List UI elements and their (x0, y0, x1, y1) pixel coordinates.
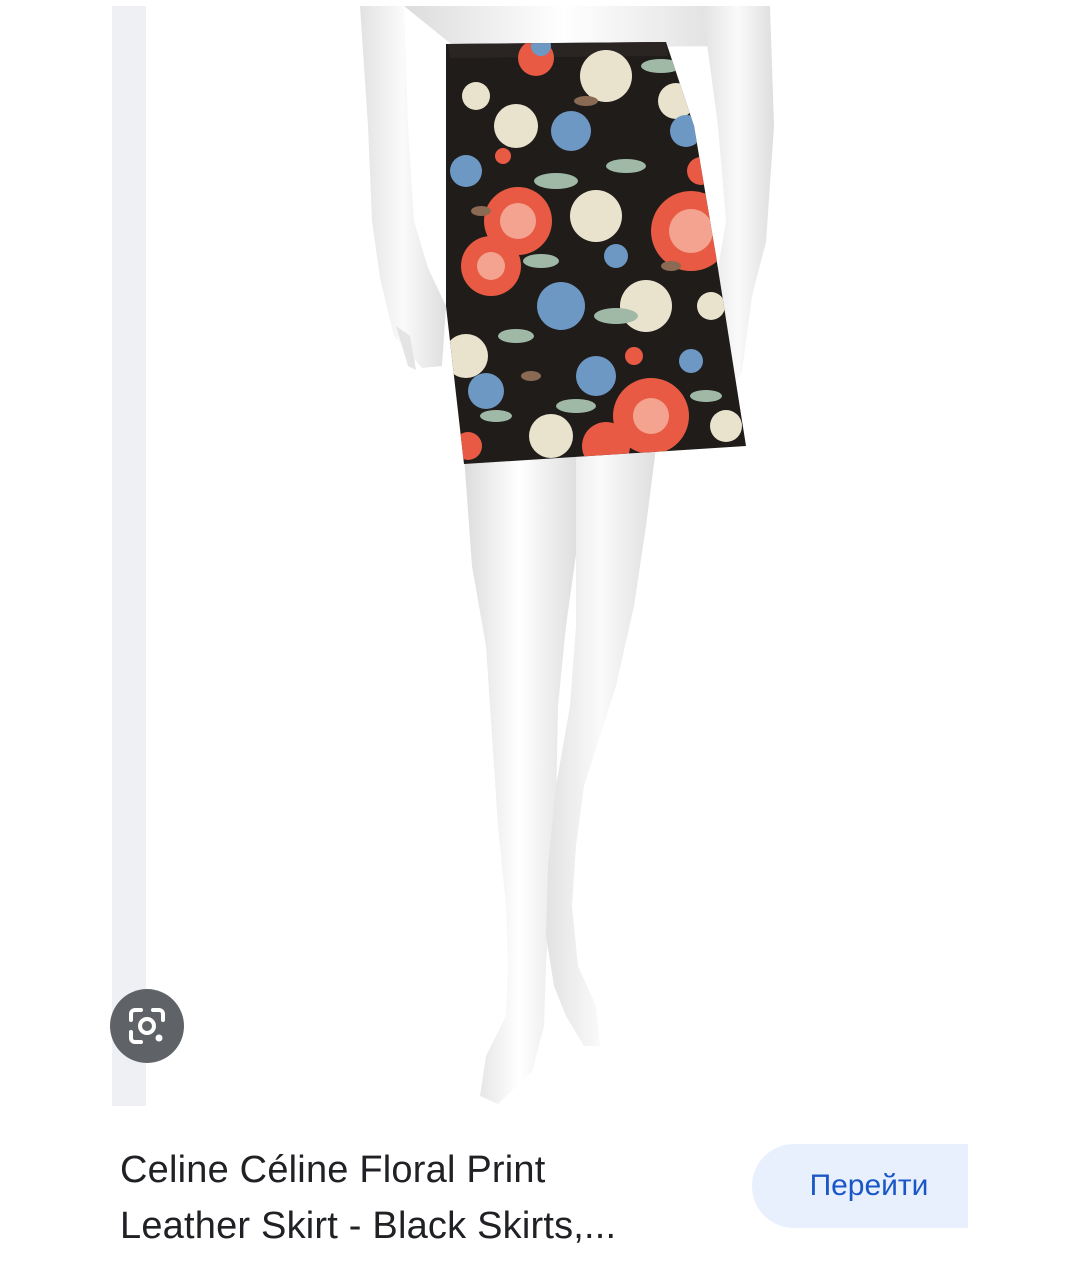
previous-image-edge[interactable] (112, 6, 146, 1106)
google-lens-icon (129, 1008, 165, 1044)
image-result-card: Celine Céline Floral Print Leather Skirt… (0, 0, 1080, 1280)
product-image[interactable] (146, 6, 970, 1106)
result-title[interactable]: Celine Céline Floral Print Leather Skirt… (120, 1142, 720, 1254)
visit-site-button[interactable]: Перейти (752, 1144, 968, 1228)
visit-site-label: Перейти (809, 1169, 929, 1202)
result-title-line-1: Celine Céline Floral Print (120, 1149, 546, 1191)
google-lens-button[interactable] (110, 989, 184, 1063)
result-title-line-2: Leather Skirt - Black Skirts,... (120, 1205, 617, 1247)
